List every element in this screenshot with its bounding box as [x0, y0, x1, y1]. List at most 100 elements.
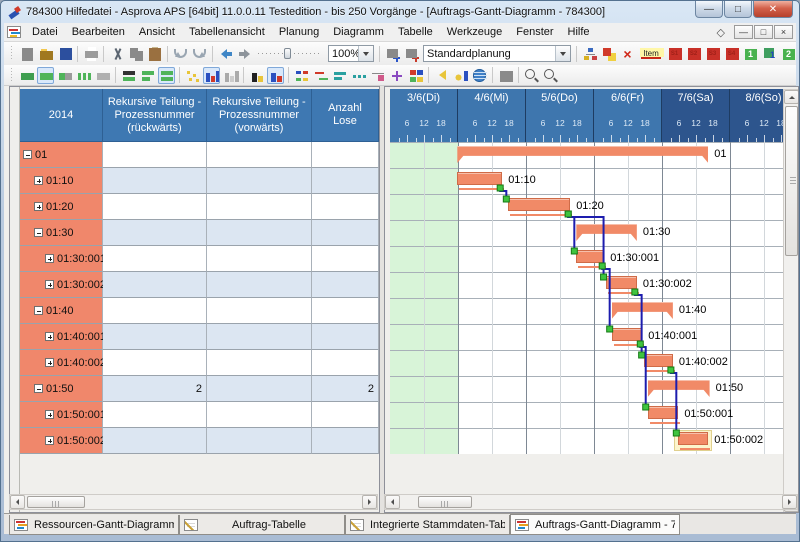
- link-node[interactable]: [601, 274, 607, 280]
- maximize-button[interactable]: □: [724, 1, 752, 18]
- new-document-icon[interactable]: [18, 45, 35, 62]
- menu-item-planung[interactable]: Planung: [272, 24, 326, 40]
- menu-item-datei[interactable]: Datei: [25, 24, 65, 40]
- tree-cell-01:20[interactable]: 01:20: [20, 194, 103, 220]
- cell-rueckwaerts-01:20[interactable]: [103, 194, 207, 220]
- cell-vorwaerts-01:10[interactable]: [207, 168, 312, 194]
- tree-cell-01:50:002[interactable]: 01:50:002: [20, 428, 103, 454]
- tree-cell-01:40:002[interactable]: 01:40:002: [20, 350, 103, 376]
- link-node[interactable]: [503, 196, 509, 202]
- gantt-scroll-right-button[interactable]: [782, 495, 797, 509]
- view-tab-auftrags-gantt-diagramm-784300[interactable]: Auftrags-Gantt-Diagramm - 784300: [510, 514, 680, 535]
- gantt-scroll-left-button[interactable]: [385, 495, 400, 509]
- close-button[interactable]: ✕: [753, 1, 793, 18]
- nav-back-icon[interactable]: [217, 45, 234, 62]
- minimize-button[interactable]: —: [695, 1, 723, 18]
- cell-anzahl_lose-01:30:002[interactable]: [312, 272, 379, 298]
- cell-anzahl_lose-01:50:001[interactable]: [312, 402, 379, 428]
- view-tab-ressourcen-gantt-diagramm[interactable]: Ressourcen-Gantt-Diagramm: [9, 515, 179, 535]
- child-window-icon[interactable]: [7, 26, 21, 38]
- expand-toggle-01:40:002[interactable]: [45, 358, 54, 367]
- org-chart-icon[interactable]: [581, 45, 598, 62]
- display-grid-icon[interactable]: [407, 67, 424, 84]
- link-node[interactable]: [639, 352, 645, 358]
- cell-anzahl_lose-01:30[interactable]: [312, 220, 379, 246]
- link-node[interactable]: [565, 211, 571, 217]
- display-star-icon[interactable]: [388, 67, 405, 84]
- view-tab-integrierte-stammdaten-tabelle[interactable]: Integrierte Stammdaten-Tabelle: [345, 515, 510, 535]
- cell-rueckwaerts-01:30:001[interactable]: [103, 246, 207, 272]
- table-horizontal-scrollbar[interactable]: [9, 494, 378, 510]
- tree-cell-01[interactable]: 01: [20, 142, 103, 168]
- assign-icon[interactable]: [600, 45, 617, 62]
- print-icon[interactable]: [82, 45, 99, 62]
- cell-rueckwaerts-01:50:002[interactable]: [103, 428, 207, 454]
- day-header-8/6(So)[interactable]: 8/6(So)61218: [730, 89, 786, 142]
- undo-icon[interactable]: [172, 45, 189, 62]
- nav-forward-icon[interactable]: [236, 45, 253, 62]
- paste-icon[interactable]: [146, 45, 163, 62]
- cell-vorwaerts-01[interactable]: [207, 142, 312, 168]
- web-icon[interactable]: [471, 67, 488, 84]
- s1-table-icon[interactable]: S1: [666, 45, 683, 62]
- load-view-1-icon[interactable]: [248, 67, 265, 84]
- column-header-3[interactable]: Anzahl Lose: [312, 89, 379, 142]
- row-mode-3-icon[interactable]: [158, 67, 175, 84]
- cell-vorwaerts-01:30:002[interactable]: [207, 272, 312, 298]
- cell-anzahl_lose-01:30:001[interactable]: [312, 246, 379, 272]
- day-header-5/6(Do)[interactable]: 5/6(Do)61218: [526, 89, 594, 142]
- bar-style-dashed-icon[interactable]: [75, 67, 92, 84]
- menu-item-hilfe[interactable]: Hilfe: [561, 24, 597, 40]
- toolbar1-grip[interactable]: [9, 46, 14, 61]
- mdi-close-button[interactable]: ×: [774, 25, 793, 39]
- s3-table-icon[interactable]: S3: [704, 45, 721, 62]
- tree-cell-01:50[interactable]: 01:50: [20, 376, 103, 402]
- jump-prev-icon[interactable]: [433, 67, 450, 84]
- open-file-icon[interactable]: [37, 45, 54, 62]
- cell-rueckwaerts-01:30[interactable]: [103, 220, 207, 246]
- table-scroll-thumb[interactable]: [27, 496, 85, 508]
- cell-vorwaerts-01:30:001[interactable]: [207, 246, 312, 272]
- collapse-toggle-01:40[interactable]: [34, 306, 43, 315]
- day-header-3/6(Di)[interactable]: 3/6(Di)61218: [390, 89, 458, 142]
- cell-anzahl_lose-01:40:002[interactable]: [312, 350, 379, 376]
- save-icon[interactable]: [56, 45, 73, 62]
- zoom-out-icon[interactable]: [523, 67, 540, 84]
- link-node[interactable]: [599, 263, 605, 269]
- view-tab-auftrag-tabelle[interactable]: Auftrag-Tabelle: [179, 515, 345, 535]
- plan-select-dropdown-button[interactable]: [555, 46, 570, 61]
- cell-anzahl_lose-01:10[interactable]: [312, 168, 379, 194]
- cell-rueckwaerts-01:40[interactable]: [103, 298, 207, 324]
- cell-rueckwaerts-01:10[interactable]: [103, 168, 207, 194]
- menu-item-fenster[interactable]: Fenster: [509, 24, 560, 40]
- link-node[interactable]: [497, 185, 503, 191]
- toolbar2-grip[interactable]: [9, 68, 14, 83]
- tree-cell-01:30[interactable]: 01:30: [20, 220, 103, 246]
- gantt-chart-body[interactable]: 0101:1001:2001:3001:30:00101:30:00201:40…: [390, 142, 786, 454]
- cell-anzahl_lose-01:40:001[interactable]: [312, 324, 379, 350]
- link-node[interactable]: [632, 289, 638, 295]
- expand-toggle-01:50:002[interactable]: [45, 436, 54, 445]
- row-mode-2-icon[interactable]: [139, 67, 156, 84]
- delete-x-icon[interactable]: ×: [619, 45, 636, 62]
- tree-cell-01:50:001[interactable]: 01:50:001: [20, 402, 103, 428]
- tree-cell-01:30:002[interactable]: 01:30:002: [20, 272, 103, 298]
- zoom-in-icon[interactable]: [542, 67, 559, 84]
- menu-item-bearbeiten[interactable]: Bearbeiten: [65, 24, 132, 40]
- cell-anzahl_lose-01:20[interactable]: [312, 194, 379, 220]
- cell-anzahl_lose-01[interactable]: [312, 142, 379, 168]
- menu-item-tabellenansicht[interactable]: Tabellenansicht: [182, 24, 272, 40]
- link-node[interactable]: [673, 430, 679, 436]
- display-lines-icon[interactable]: [369, 67, 386, 84]
- schedule-phase-1-icon[interactable]: 1: [742, 45, 759, 62]
- redo-icon[interactable]: [191, 45, 208, 62]
- expand-toggle-01:10[interactable]: [34, 176, 43, 185]
- plan-select[interactable]: Standardplanung: [423, 45, 571, 62]
- link-node[interactable]: [607, 326, 613, 332]
- expand-toggle-01:30:001[interactable]: [45, 254, 54, 263]
- title-bar[interactable]: 784300 Hilfedatei - Asprova APS [64bit] …: [1, 1, 799, 23]
- gantt-scroll-thumb[interactable]: [418, 496, 472, 508]
- display-pegging-icon[interactable]: [331, 67, 348, 84]
- schedule-phase-2-icon[interactable]: 2: [780, 45, 797, 62]
- cell-vorwaerts-01:20[interactable]: [207, 194, 312, 220]
